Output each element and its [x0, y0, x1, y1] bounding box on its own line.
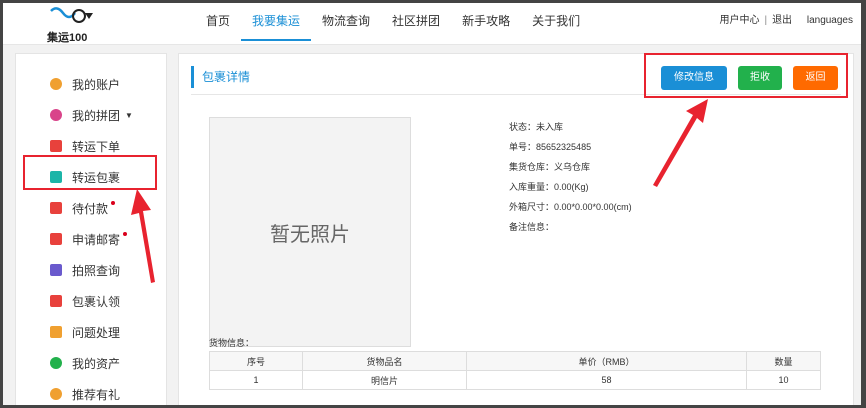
top-navbar: 集运100 首页 我要集运 物流查询 社区拼团 新手攻略 关于我们 用户中心 | 退… — [3, 3, 861, 45]
sidebar-item-label: 我的账户 — [72, 77, 121, 92]
info-status: 状态：未入库 — [509, 120, 563, 133]
info-remarks: 备注信息： — [509, 220, 554, 233]
info-tracking-number: 单号：85652325485 — [509, 140, 591, 153]
assets-icon — [50, 357, 62, 369]
table-cell: 10 — [746, 370, 821, 390]
sidebar-item-label: 拍照查询 — [72, 263, 121, 278]
info-value: 85652325485 — [536, 142, 592, 152]
sidebar-item-label: 转运下单 — [72, 139, 121, 154]
user-center-link[interactable]: 用户中心 — [719, 15, 759, 26]
package-detail-panel: 包裹详情 修改信息 拒收 返回 暂无照片 状态：未入库 单号：856523254… — [178, 53, 854, 405]
info-label: 入库重量： — [509, 182, 555, 192]
goods-info-label: 货物信息： — [209, 338, 255, 348]
column-header: 序号 — [209, 351, 303, 371]
claim-icon — [50, 295, 62, 307]
sidebar-item-label: 包裹认领 — [72, 294, 121, 309]
nav-consolidate[interactable]: 我要集运 — [241, 3, 312, 41]
caret-down-icon: ▼ — [125, 110, 133, 120]
info-weight: 入库重量：0.00(Kg) — [509, 180, 589, 193]
sidebar-item-issues[interactable]: 问题处理 — [50, 322, 120, 342]
photo-icon — [50, 264, 62, 276]
main-nav: 首页 我要集运 物流查询 社区拼团 新手攻略 关于我们 — [195, 3, 591, 45]
sidebar-item-label: 推荐有礼 — [72, 387, 121, 402]
highlight-box-buttons — [644, 53, 848, 98]
sidebar-item-referral[interactable]: 推荐有礼 — [50, 384, 120, 404]
column-header: 数量 — [746, 351, 821, 371]
sidebar-item-pending-payment[interactable]: 待付款 — [50, 198, 116, 218]
sidebar-item-group[interactable]: 我的拼团 ▼ — [50, 105, 133, 125]
order-icon — [50, 140, 62, 152]
sidebar-item-assets[interactable]: 我的资产 — [50, 353, 120, 373]
info-value: 未入库 — [536, 122, 564, 132]
nav-community-group[interactable]: 社区拼团 — [381, 3, 451, 45]
sidebar-item-label: 申请邮寄 — [72, 232, 121, 247]
info-label: 集货仓库： — [509, 162, 555, 172]
logo-text: 集运100 — [47, 32, 88, 44]
info-label: 单号： — [509, 142, 537, 152]
info-dimensions: 外箱尺寸：0.00*0.00*0.00(cm) — [509, 200, 632, 213]
info-label: 状态： — [509, 122, 537, 132]
payment-icon — [50, 202, 62, 214]
info-warehouse: 集货仓库：义乌仓库 — [509, 160, 590, 173]
sidebar-item-transfer-order[interactable]: 转运下单 — [50, 136, 120, 156]
group-icon — [50, 109, 62, 121]
sidebar-item-label: 我的资产 — [72, 356, 121, 371]
sidebar: 我的账户 我的拼团 ▼ 转运下单 转运包裹 待付款 申请邮寄 拍照查询 包裹认领… — [15, 53, 167, 405]
logo-mark-icon — [50, 7, 93, 23]
languages-link[interactable]: languages — [807, 15, 853, 26]
photo-placeholder-text: 暂无照片 — [270, 223, 350, 246]
sidebar-item-account[interactable]: 我的账户 — [50, 74, 120, 94]
mail-icon — [50, 233, 62, 245]
share-icon — [50, 388, 62, 400]
table-header-row: 序号 货物品名 单价（RMB） 数量 — [209, 351, 821, 371]
sidebar-item-package-claim[interactable]: 包裹认领 — [50, 291, 120, 311]
account-icon — [50, 78, 62, 90]
sidebar-item-photo-query[interactable]: 拍照查询 — [50, 260, 120, 280]
table-cell: 1 — [209, 370, 303, 390]
sidebar-item-label: 待付款 — [72, 201, 109, 216]
user-links: 用户中心 | 退出 languages — [719, 3, 853, 39]
nav-tracking[interactable]: 物流查询 — [311, 3, 381, 45]
sidebar-item-label: 我的拼团 — [72, 108, 121, 123]
nav-home[interactable]: 首页 — [195, 3, 241, 45]
browser-frame: 集运100 首页 我要集运 物流查询 社区拼团 新手攻略 关于我们 用户中心 | 退… — [3, 3, 861, 405]
nav-guide[interactable]: 新手攻略 — [451, 3, 521, 45]
highlight-box-sidebar — [23, 155, 157, 190]
column-header: 单价（RMB） — [466, 351, 747, 371]
page-title: 包裹详情 — [191, 66, 250, 88]
sidebar-item-label: 问题处理 — [72, 325, 121, 340]
site-logo[interactable]: 集运100 — [43, 5, 103, 44]
info-value: 义乌仓库 — [554, 162, 591, 172]
info-label: 备注信息： — [509, 222, 555, 232]
package-photo-placeholder: 暂无照片 — [209, 117, 411, 347]
table-cell: 明信片 — [302, 370, 467, 390]
issue-icon — [50, 326, 62, 338]
column-header: 货物品名 — [302, 351, 467, 371]
info-value: 0.00(Kg) — [554, 182, 589, 192]
notification-dot — [123, 232, 128, 236]
logout-link[interactable]: 退出 — [772, 15, 792, 26]
notification-dot — [111, 201, 116, 205]
sidebar-item-apply-mail[interactable]: 申请邮寄 — [50, 229, 128, 249]
info-label: 外箱尺寸： — [509, 202, 555, 212]
table-cell: 58 — [466, 370, 747, 390]
separator: | — [764, 15, 768, 26]
table-row: 1 明信片 58 10 — [209, 370, 821, 390]
info-value: 0.00*0.00*0.00(cm) — [554, 202, 632, 212]
nav-about[interactable]: 关于我们 — [521, 3, 591, 45]
goods-table: 序号 货物品名 单价（RMB） 数量 1 明信片 58 10 — [209, 351, 821, 390]
